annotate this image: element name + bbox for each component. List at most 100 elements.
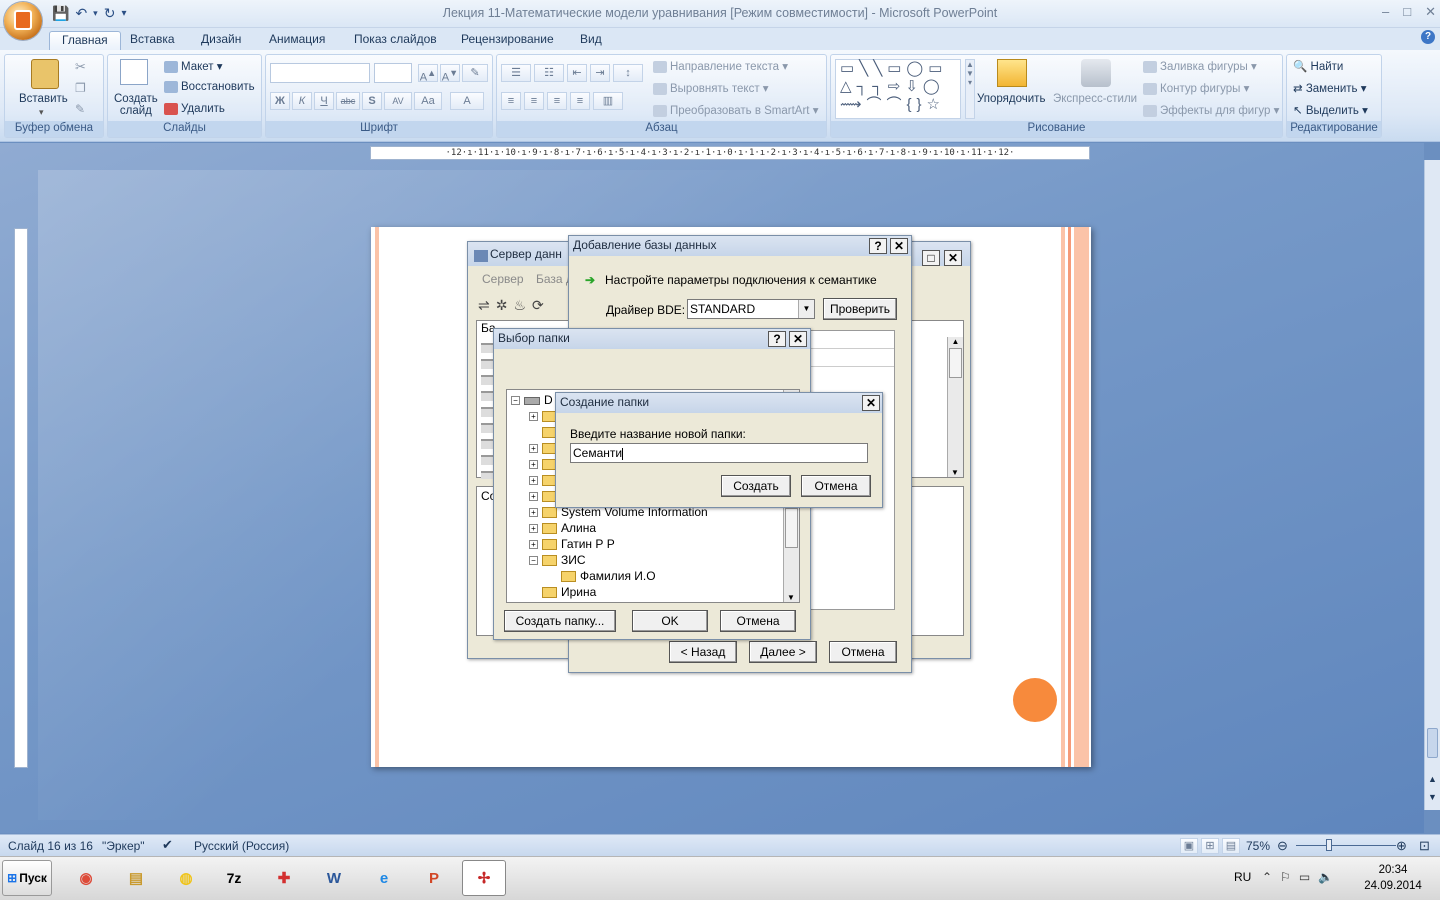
- collapse-icon[interactable]: −: [529, 556, 538, 566]
- scroll-thumb[interactable]: [785, 508, 798, 548]
- scroll-down-icon[interactable]: ▼: [784, 593, 798, 602]
- find-button[interactable]: 🔍 Найти: [1293, 59, 1343, 73]
- scroll-down-icon[interactable]: ▼: [948, 468, 962, 477]
- close-button[interactable]: ✕: [789, 331, 807, 347]
- zoom-slider[interactable]: [1296, 845, 1396, 846]
- vertical-ruler[interactable]: [14, 228, 28, 768]
- customize-qat-icon[interactable]: ▾: [121, 8, 126, 19]
- select-button[interactable]: ↖ Выделить ▾: [1293, 103, 1368, 117]
- driver-select[interactable]: STANDARD ▼: [687, 299, 815, 319]
- maximize-button[interactable]: □: [922, 250, 940, 266]
- quick-styles-icon[interactable]: [1081, 59, 1111, 87]
- vertical-scrollbar[interactable]: ▲ ▼: [1424, 160, 1440, 810]
- file-manager-icon[interactable]: ▤: [114, 860, 158, 896]
- maximize-button[interactable]: □: [1403, 4, 1411, 20]
- tab-home[interactable]: Главная: [49, 31, 121, 51]
- chrome-icon[interactable]: ◉: [64, 860, 108, 896]
- create-button[interactable]: Создать: [721, 475, 791, 497]
- language-indicator[interactable]: RU: [1234, 870, 1251, 884]
- horizontal-ruler[interactable]: ·12·ı·11·ı·10·ı·9·ı·8·ı·7·ı·6·ı·5·ı·4·ı·…: [370, 146, 1090, 160]
- font-color-button[interactable]: A: [450, 92, 484, 110]
- back-button[interactable]: < Назад: [669, 641, 737, 663]
- align-text-button[interactable]: Выровнять текст ▾: [653, 81, 769, 95]
- tree-item-gatin[interactable]: + Гатин Р Р: [529, 536, 615, 552]
- shape-outline-button[interactable]: Контур фигуры ▾: [1143, 81, 1249, 95]
- increase-indent-icon[interactable]: ⇥: [590, 64, 610, 82]
- scroll-up-icon[interactable]: ▲: [948, 337, 963, 346]
- close-button[interactable]: ✕: [890, 238, 908, 254]
- copy-icon[interactable]: ❐: [75, 81, 86, 95]
- decrease-indent-icon[interactable]: ⇤: [567, 64, 587, 82]
- collapse-icon[interactable]: −: [511, 396, 520, 406]
- dropdown-icon[interactable]: ▾: [93, 8, 98, 19]
- help-button[interactable]: ?: [768, 331, 786, 347]
- next-button[interactable]: Далее >: [749, 641, 817, 663]
- shape-effects-button[interactable]: Эффекты для фигур ▾: [1143, 103, 1279, 117]
- scroll-thumb[interactable]: [949, 348, 962, 378]
- chevron-down-icon[interactable]: ▾: [39, 107, 44, 118]
- smartart-button[interactable]: Преобразовать в SmartArt ▾: [653, 103, 818, 117]
- ok-button[interactable]: OK: [632, 610, 708, 632]
- office-button[interactable]: [4, 2, 42, 40]
- tree-item-familiya[interactable]: Фамилия И.О: [561, 568, 656, 584]
- close-button[interactable]: ✕: [1425, 4, 1436, 20]
- expand-icon[interactable]: +: [529, 460, 538, 470]
- underline-button[interactable]: Ч: [314, 92, 334, 110]
- text-direction-button[interactable]: Направление текста ▾: [653, 59, 788, 73]
- tree-item-alina[interactable]: + Алина: [529, 520, 596, 536]
- zoom-level[interactable]: 75%: [1246, 839, 1270, 853]
- format-painter-icon[interactable]: ✎: [75, 102, 85, 116]
- arrange-button[interactable]: Упорядочить: [977, 93, 1045, 105]
- close-button[interactable]: ✕: [862, 395, 880, 411]
- zoom-out-icon[interactable]: ⊖: [1277, 838, 1288, 854]
- check-button[interactable]: Проверить: [823, 298, 897, 320]
- normal-view-icon[interactable]: ▣: [1180, 838, 1198, 854]
- expand-icon[interactable]: +: [529, 476, 538, 486]
- shadow-button[interactable]: S: [362, 92, 382, 110]
- expand-icon[interactable]: +: [529, 444, 538, 454]
- cancel-button[interactable]: Отмена: [801, 475, 871, 497]
- tab-slideshow[interactable]: Показ слайдов: [342, 31, 449, 51]
- align-left-icon[interactable]: ≡: [501, 92, 521, 110]
- clear-format-icon[interactable]: ✎: [462, 64, 488, 82]
- spacing-button[interactable]: AV: [384, 92, 412, 110]
- server-toolbar-icons[interactable]: ⇌✲♨⟳: [478, 297, 550, 314]
- align-right-icon[interactable]: ≡: [547, 92, 567, 110]
- zoom-thumb[interactable]: [1326, 839, 1332, 851]
- tree-drive[interactable]: − D: [511, 392, 553, 408]
- minimize-button[interactable]: –: [1382, 4, 1389, 20]
- start-button[interactable]: ⊞ Пуск: [2, 860, 52, 896]
- menu-server[interactable]: Сервер: [482, 272, 524, 286]
- expand-icon[interactable]: +: [529, 524, 538, 534]
- numbering-icon[interactable]: ☷: [534, 64, 564, 82]
- slideshow-view-icon[interactable]: ▤: [1222, 838, 1240, 854]
- tool-icon[interactable]: ◍: [164, 860, 208, 896]
- replace-button[interactable]: ⇄ Заменить ▾: [1293, 81, 1367, 95]
- tab-view[interactable]: Вид: [568, 31, 614, 51]
- shape-fill-button[interactable]: Заливка фигуры ▾: [1143, 59, 1257, 73]
- theme-name[interactable]: "Эркер": [102, 839, 145, 853]
- layout-button[interactable]: Макет ▾: [164, 59, 223, 73]
- word-icon[interactable]: W: [312, 860, 356, 896]
- new-slide-icon[interactable]: [120, 59, 148, 85]
- gallery-scroll[interactable]: ▲ ▼ ▾: [965, 59, 975, 119]
- tab-animation[interactable]: Анимация: [257, 31, 337, 51]
- scroll-thumb[interactable]: [1427, 728, 1438, 758]
- quick-styles-button[interactable]: Экспресс-стили: [1053, 93, 1137, 105]
- ie-icon[interactable]: e: [362, 860, 406, 896]
- panorama-icon[interactable]: ✚: [262, 860, 306, 896]
- save-icon[interactable]: 💾: [52, 5, 69, 22]
- clock[interactable]: 20:34 24.09.2014: [1358, 862, 1428, 894]
- bold-button[interactable]: Ж: [270, 92, 290, 110]
- expand-icon[interactable]: +: [529, 540, 538, 550]
- expand-icon[interactable]: +: [529, 492, 538, 502]
- expand-icon[interactable]: +: [529, 412, 538, 422]
- undo-icon[interactable]: ↶: [75, 5, 87, 22]
- tab-review[interactable]: Рецензирование: [449, 31, 566, 51]
- paste-icon[interactable]: [31, 59, 59, 89]
- create-folder-button[interactable]: Создать папку...: [504, 610, 616, 632]
- redo-icon[interactable]: ↻: [104, 5, 116, 22]
- 7zip-icon[interactable]: 7z: [212, 860, 256, 896]
- font-size-combo[interactable]: [374, 63, 412, 83]
- prev-slide-icon[interactable]: ▲: [1428, 774, 1437, 784]
